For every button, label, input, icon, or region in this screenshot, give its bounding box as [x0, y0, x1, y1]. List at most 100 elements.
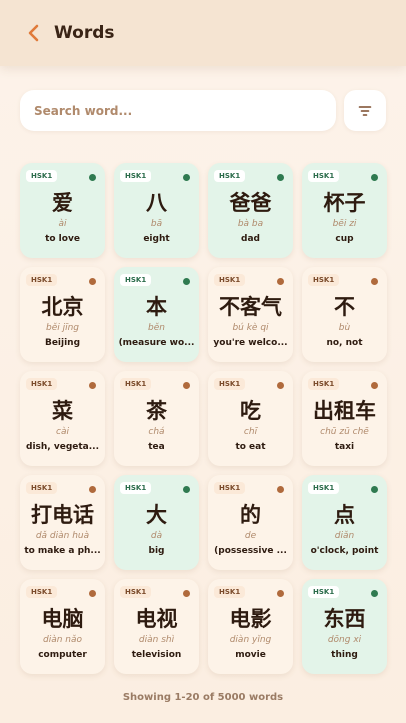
word-card[interactable]: HSK1 茶 chá tea [114, 371, 199, 466]
word-pinyin: chū zū chē [320, 427, 369, 437]
page-title: Words [54, 23, 115, 43]
status-dot [183, 486, 190, 493]
word-card[interactable]: HSK1 出租车 chū zū chē taxi [302, 371, 387, 466]
level-badge: HSK1 [214, 170, 246, 182]
word-meaning: big [148, 546, 165, 556]
word-pinyin: ài [58, 219, 67, 229]
level-badge: HSK1 [308, 274, 340, 286]
level-badge: HSK1 [214, 586, 246, 598]
status-dot [277, 382, 284, 389]
word-meaning: no, not [326, 338, 363, 348]
status-dot [277, 486, 284, 493]
word-grid: HSK1 爱 ài to love HSK1 八 bā eight HSK1 爸爸 bà ba dad… [20, 163, 387, 674]
search-box[interactable] [20, 90, 336, 131]
word-meaning: cup [335, 234, 354, 244]
word-hanzi: 北京 [41, 295, 84, 319]
word-meaning: you're welco... [213, 338, 288, 348]
word-meaning: television [131, 650, 182, 660]
word-hanzi: 东西 [323, 607, 366, 631]
word-card[interactable]: HSK1 东西 dōng xi thing [302, 579, 387, 674]
word-card[interactable]: HSK1 打电话 dǎ diàn huà to make a ph... [20, 475, 105, 570]
word-pinyin: de [244, 531, 257, 541]
word-pinyin: běi jīng [45, 323, 80, 333]
app-header: Words [0, 0, 406, 66]
word-hanzi: 本 [146, 295, 167, 319]
word-card[interactable]: HSK1 北京 běi jīng Beijing [20, 267, 105, 362]
chevron-left-icon [28, 24, 39, 42]
status-dot [89, 590, 96, 597]
status-dot [89, 382, 96, 389]
word-card[interactable]: HSK1 电脑 diàn nǎo computer [20, 579, 105, 674]
word-card[interactable]: HSK1 菜 cài dish, vegeta... [20, 371, 105, 466]
word-hanzi: 电影 [229, 607, 272, 631]
word-card[interactable]: HSK1 杯子 bēi zi cup [302, 163, 387, 258]
word-pinyin: bà ba [237, 219, 264, 229]
word-pinyin: diàn shì [138, 635, 175, 645]
word-meaning: Beijing [44, 338, 81, 348]
status-dot [89, 174, 96, 181]
status-dot [371, 174, 378, 181]
search-input[interactable] [34, 103, 336, 118]
level-badge: HSK1 [120, 170, 152, 182]
word-hanzi: 的 [240, 503, 261, 527]
word-hanzi: 茶 [146, 399, 167, 423]
word-card[interactable]: HSK1 爱 ài to love [20, 163, 105, 258]
level-badge: HSK1 [26, 378, 58, 390]
status-dot [277, 590, 284, 597]
word-hanzi: 爱 [52, 191, 73, 215]
word-card[interactable]: HSK1 不 bù no, not [302, 267, 387, 362]
word-pinyin: dǎ diàn huà [35, 531, 90, 541]
word-meaning: to eat [235, 442, 266, 452]
word-meaning: (possessive ... [214, 546, 287, 556]
word-card[interactable]: HSK1 不客气 bú kè qi you're welco... [208, 267, 293, 362]
level-badge: HSK1 [26, 586, 58, 598]
word-card[interactable]: HSK1 大 dà big [114, 475, 199, 570]
level-badge: HSK1 [26, 170, 58, 182]
filter-button[interactable] [344, 90, 386, 131]
word-card[interactable]: HSK1 本 běn (measure wo... [114, 267, 199, 362]
word-card[interactable]: HSK1 电视 diàn shì television [114, 579, 199, 674]
word-hanzi: 打电话 [31, 503, 94, 527]
word-pinyin: dōng xi [327, 635, 362, 645]
word-meaning: o'clock, point [310, 546, 379, 556]
status-dot [277, 278, 284, 285]
word-meaning: to make a ph... [24, 546, 101, 556]
word-pinyin: dà [150, 531, 163, 541]
word-hanzi: 不客气 [219, 295, 282, 319]
word-hanzi: 点 [334, 503, 355, 527]
word-card[interactable]: HSK1 爸爸 bà ba dad [208, 163, 293, 258]
word-pinyin: diàn nǎo [42, 635, 83, 645]
word-meaning: dish, vegeta... [26, 442, 99, 452]
back-button[interactable] [22, 21, 46, 45]
filter-icon [358, 105, 372, 116]
status-dot [371, 382, 378, 389]
level-badge: HSK1 [26, 482, 58, 494]
word-pinyin: běn [148, 323, 165, 333]
search-row [20, 90, 386, 131]
word-hanzi: 电脑 [41, 607, 84, 631]
level-badge: HSK1 [120, 482, 152, 494]
status-dot [371, 590, 378, 597]
level-badge: HSK1 [308, 586, 340, 598]
word-meaning: to love [45, 234, 80, 244]
word-hanzi: 杯子 [323, 191, 366, 215]
word-card[interactable]: HSK1 电影 diàn yǐng movie [208, 579, 293, 674]
word-card[interactable]: HSK1 八 bā eight [114, 163, 199, 258]
word-card[interactable]: HSK1 点 diǎn o'clock, point [302, 475, 387, 570]
word-pinyin: bù [338, 323, 351, 333]
level-badge: HSK1 [308, 170, 340, 182]
status-dot [183, 278, 190, 285]
level-badge: HSK1 [308, 482, 340, 494]
status-dot [89, 486, 96, 493]
word-pinyin: bēi zi [332, 219, 357, 229]
word-pinyin: cài [56, 427, 69, 437]
level-badge: HSK1 [214, 482, 246, 494]
status-dot [183, 382, 190, 389]
level-badge: HSK1 [120, 274, 152, 286]
status-dot [183, 590, 190, 597]
word-meaning: taxi [334, 442, 355, 452]
word-card[interactable]: HSK1 的 de (possessive ... [208, 475, 293, 570]
level-badge: HSK1 [214, 378, 246, 390]
level-badge: HSK1 [214, 274, 246, 286]
word-card[interactable]: HSK1 吃 chī to eat [208, 371, 293, 466]
